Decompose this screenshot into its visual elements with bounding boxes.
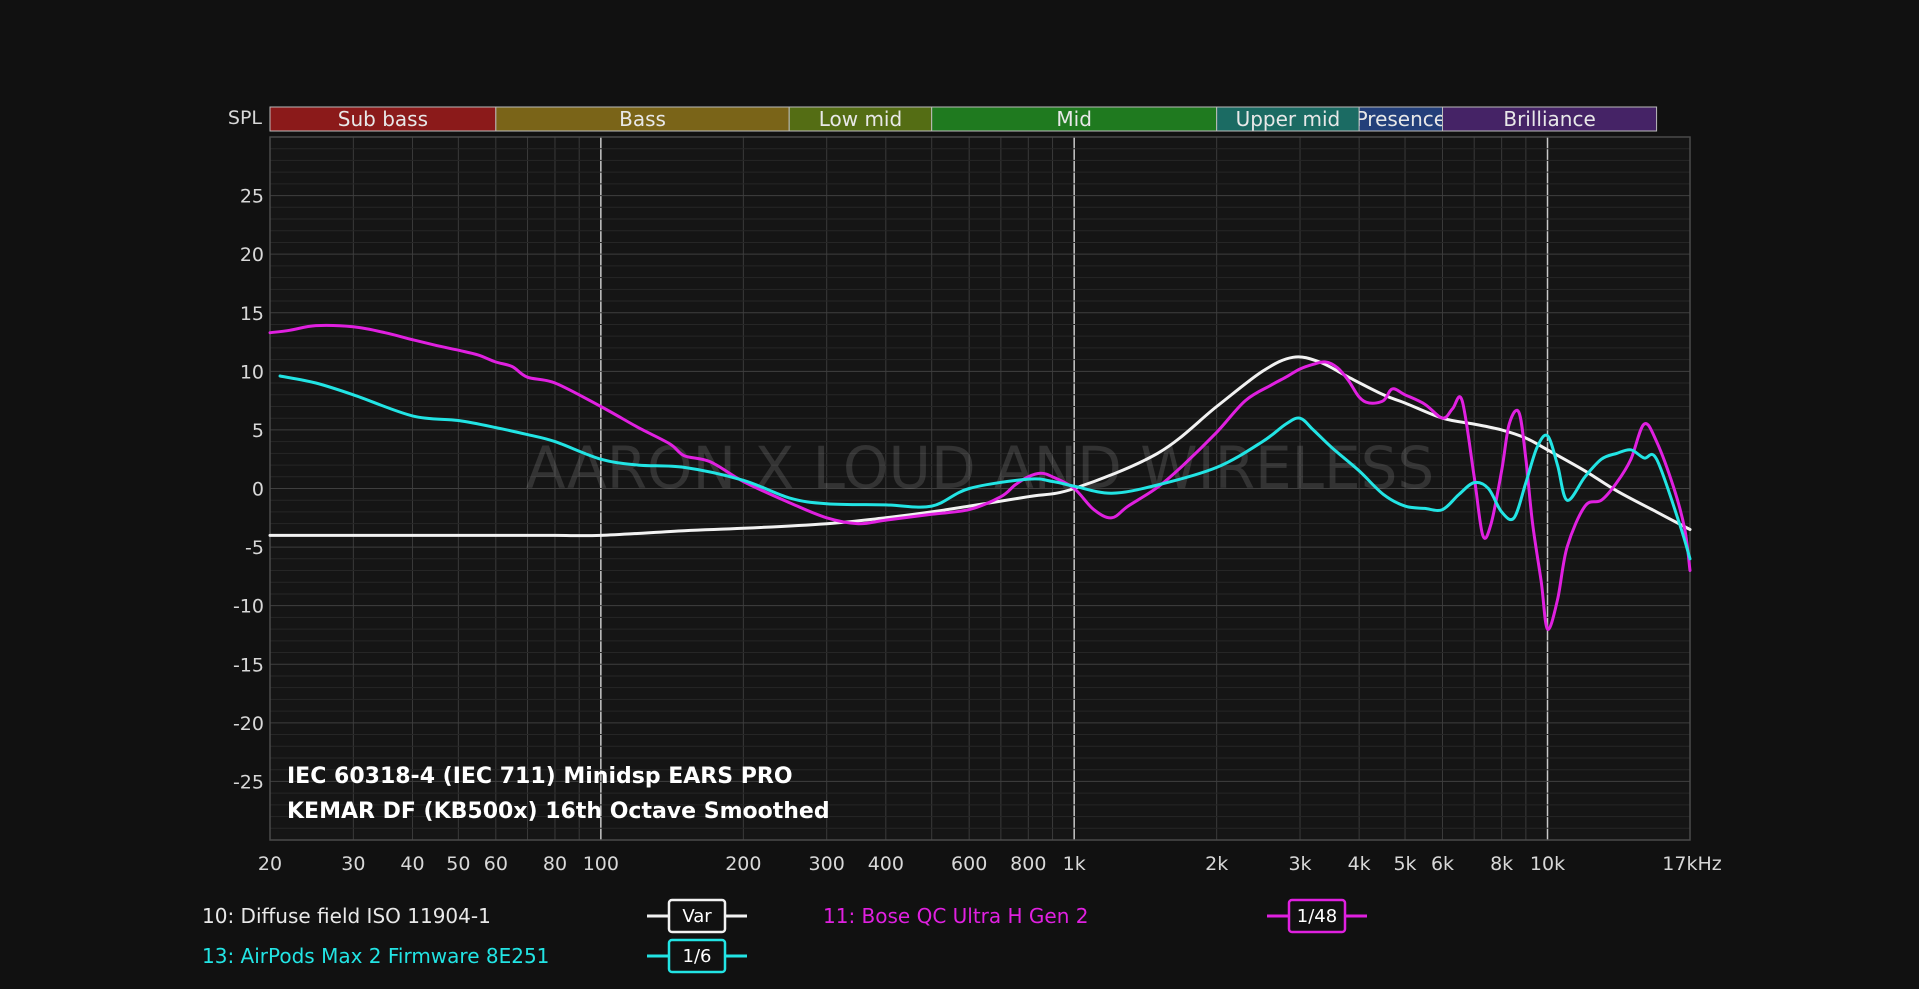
x-tick-label: 600 [951, 853, 987, 875]
x-tick-label: 40 [400, 853, 424, 875]
y-tick-label: -25 [233, 771, 264, 793]
y-tick-label: 5 [252, 420, 264, 442]
measurement-note-line-2: KEMAR DF (KB500x) 16th Octave Smoothed [287, 799, 830, 824]
y-axis-label: SPL [228, 107, 263, 129]
y-tick-label: 0 [252, 479, 264, 501]
x-tick-label: 2k [1205, 853, 1228, 875]
x-tick-label: 17kHz [1662, 853, 1721, 875]
x-tick-label: 300 [809, 853, 845, 875]
x-tick-label: 1k [1063, 853, 1086, 875]
x-tick-label: 8k [1490, 853, 1513, 875]
x-tick-label: 4k [1348, 853, 1371, 875]
x-tick-labels: 20 30 40 50 60 80 100 200 300 400 600 800 1k 2k 3k 4k 5k… [258, 853, 1722, 875]
x-tick-label: 80 [543, 853, 567, 875]
x-tick-label: 3k [1288, 853, 1311, 875]
x-tick-label: 5k [1393, 853, 1416, 875]
legend-label-11-bose-qc-ultra-h-gen-2: 11: Bose QC Ultra H Gen 2 [823, 904, 1088, 928]
y-tick-label: -10 [233, 596, 264, 618]
frequency-bands: Sub bass Bass Low mid Mid Upper mid Presence B… [269, 106, 1658, 132]
band-label-upper-mid: Upper mid [1236, 107, 1341, 131]
x-tick-label: 100 [583, 853, 619, 875]
legend-label-10-diffuse-field-iso-11904-1: 10: Diffuse field ISO 11904-1 [202, 904, 491, 928]
x-tick-label: 6k [1431, 853, 1454, 875]
smoothing-badge-label: Var [682, 906, 712, 927]
smoothing-badge-label: 1/6 [683, 946, 712, 967]
legend: 10: Diffuse field ISO 11904-1 Var 11: Bose… [202, 898, 1367, 974]
y-tick-label: 15 [240, 303, 264, 325]
y-tick-label: 10 [240, 361, 264, 383]
x-tick-label: 200 [725, 853, 761, 875]
y-tick-label: 25 [240, 186, 264, 208]
frequency-response-chart: Sub bass Bass Low mid Mid Upper mid Presence B… [202, 106, 1722, 974]
measurement-note-line-1: IEC 60318-4 (IEC 711) Minidsp EARS PRO [287, 764, 793, 789]
legend-label-13-airpods-max-2-firmware-8e251: 13: AirPods Max 2 Firmware 8E251 [202, 944, 549, 968]
x-tick-label: 20 [258, 853, 282, 875]
y-tick-label: -15 [233, 654, 264, 676]
band-label-low-mid: Low mid [819, 107, 902, 131]
x-tick-label: 800 [1010, 853, 1046, 875]
band-label-presence: Presence [1356, 107, 1447, 131]
x-tick-label: 30 [341, 853, 365, 875]
x-tick-label: 60 [484, 853, 508, 875]
x-tick-label: 50 [446, 853, 470, 875]
smoothing-badge-label: 1/48 [1297, 906, 1337, 927]
y-tick-labels: 25 20 15 10 5 0 -5 -10 -15 -20 -25 [233, 186, 264, 794]
x-tick-label: 400 [868, 853, 904, 875]
x-tick-label: 10k [1530, 853, 1565, 875]
band-label-sub-bass: Sub bass [338, 107, 428, 131]
y-tick-label: -20 [233, 713, 264, 735]
y-tick-label: 20 [240, 244, 264, 266]
band-label-mid: Mid [1056, 107, 1092, 131]
watermark: AARON X LOUD AND WIRELESS [526, 434, 1435, 502]
y-tick-label: -5 [245, 537, 264, 559]
band-label-brilliance: Brilliance [1503, 107, 1595, 131]
band-label-bass: Bass [619, 107, 666, 131]
